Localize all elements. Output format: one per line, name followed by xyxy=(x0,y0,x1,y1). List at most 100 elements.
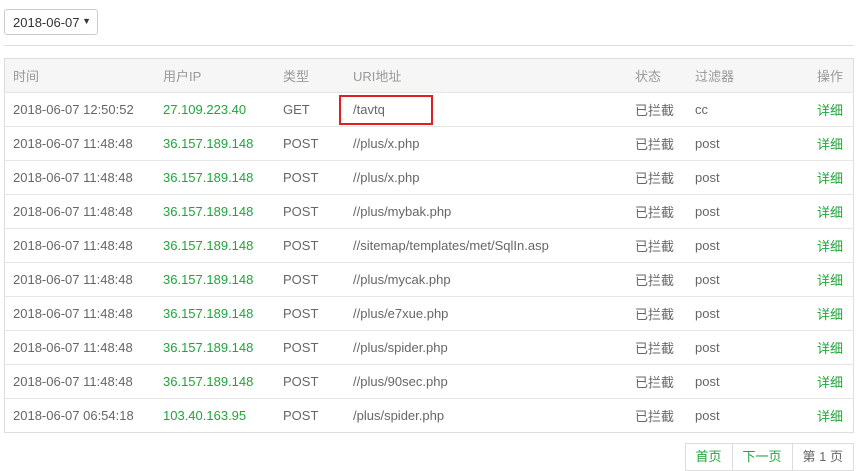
uri-text: //plus/mybak.php xyxy=(353,204,452,219)
detail-link[interactable]: 详细 xyxy=(817,307,843,322)
header-status: 状态 xyxy=(635,69,662,84)
date-select-value: 2018-06-07 xyxy=(13,14,80,30)
cell-time: 2018-06-07 11:48:48 xyxy=(13,340,133,355)
cell-time: 2018-06-07 11:48:48 xyxy=(13,136,133,151)
cell-status: 已拦截 xyxy=(635,375,675,390)
cell-ip: 36.157.189.148 xyxy=(163,340,254,355)
uri-text: /tavtq xyxy=(353,101,385,117)
cell-ip: 27.109.223.40 xyxy=(163,102,247,117)
header-type: 类型 xyxy=(283,69,310,84)
log-table: 时间 用户IP 类型 URI地址 状态 过滤器 操作 2018-06-07 12… xyxy=(4,58,854,433)
cell-status: 已拦截 xyxy=(635,137,675,152)
cell-status: 已拦截 xyxy=(635,307,675,322)
divider xyxy=(4,45,854,46)
cell-time: 2018-06-07 11:48:48 xyxy=(13,204,133,219)
cell-action: 详细 xyxy=(805,161,854,195)
detail-link[interactable]: 详细 xyxy=(817,137,843,152)
cell-status: 已拦截 xyxy=(635,205,675,220)
cell-filter: post xyxy=(695,136,720,151)
cell-type: POST xyxy=(283,408,319,423)
cell-uri: //plus/x.php xyxy=(353,161,635,195)
header-time: 时间 xyxy=(13,69,40,84)
table-header-row: 时间 用户IP 类型 URI地址 状态 过滤器 操作 xyxy=(4,58,854,93)
cell-uri: /plus/spider.php xyxy=(353,399,635,433)
chevron-down-icon: ▼ xyxy=(82,16,91,26)
cell-uri: //plus/mycak.php xyxy=(353,263,635,297)
uri-text: //plus/90sec.php xyxy=(353,374,448,389)
uri-text: //sitemap/templates/met/SqlIn.asp xyxy=(353,238,549,253)
cell-action: 详细 xyxy=(805,195,854,229)
date-select[interactable]: 2018-06-07 ▼ xyxy=(4,9,98,35)
detail-link[interactable]: 详细 xyxy=(817,273,843,288)
cell-action: 详细 xyxy=(805,93,854,127)
cell-ip: 36.157.189.148 xyxy=(163,374,254,389)
cell-filter: cc xyxy=(695,102,708,117)
uri-text: /plus/spider.php xyxy=(353,408,445,423)
cell-uri: //plus/spider.php xyxy=(353,331,635,365)
cell-filter: post xyxy=(695,374,720,389)
detail-link[interactable]: 详细 xyxy=(817,205,843,220)
cell-ip: 36.157.189.148 xyxy=(163,238,254,253)
table-row: 2018-06-07 11:48:48 36.157.189.148 POST //p… xyxy=(4,262,854,297)
uri-text: //plus/x.php xyxy=(353,136,420,151)
cell-type: POST xyxy=(283,136,319,151)
cell-ip: 36.157.189.148 xyxy=(163,306,254,321)
cell-filter: post xyxy=(695,306,720,321)
cell-type: POST xyxy=(283,272,319,287)
cell-time: 2018-06-07 11:48:48 xyxy=(13,272,133,287)
cell-time: 2018-06-07 11:48:48 xyxy=(13,374,133,389)
table-row: 2018-06-07 11:48:48 36.157.189.148 POST //p… xyxy=(4,364,854,399)
cell-ip: 103.40.163.95 xyxy=(163,408,247,423)
cell-uri: //plus/mybak.php xyxy=(353,195,635,229)
detail-link[interactable]: 详细 xyxy=(817,409,843,424)
table-row: 2018-06-07 06:54:18 103.40.163.95 POST/plu… xyxy=(4,398,854,433)
cell-action: 详细 xyxy=(805,331,854,365)
cell-uri: //plus/x.php xyxy=(353,127,635,161)
table-row: 2018-06-07 11:48:48 36.157.189.148 POST //p… xyxy=(4,296,854,331)
cell-time: 2018-06-07 11:48:48 xyxy=(13,306,133,321)
cell-filter: post xyxy=(695,272,720,287)
cell-uri: //sitemap/templates/met/SqlIn.asp xyxy=(353,229,635,263)
cell-type: POST xyxy=(283,170,319,185)
header-filter: 过滤器 xyxy=(695,69,735,84)
header-ip: 用户IP xyxy=(163,69,202,84)
table-row: 2018-06-07 11:48:48 36.157.189.148 POST //s… xyxy=(4,228,854,263)
table-row: 2018-06-07 11:48:48 36.157.189.148 POST //p… xyxy=(4,330,854,365)
header-uri: URI地址 xyxy=(353,69,402,84)
cell-status: 已拦截 xyxy=(635,239,675,254)
cell-status: 已拦截 xyxy=(635,103,675,118)
detail-link[interactable]: 详细 xyxy=(817,171,843,186)
cell-time: 2018-06-07 11:48:48 xyxy=(13,170,133,185)
cell-action: 详细 xyxy=(805,229,854,263)
cell-status: 已拦截 xyxy=(635,171,675,186)
cell-action: 详细 xyxy=(805,365,854,399)
cell-type: POST xyxy=(283,340,319,355)
uri-highlight-box: /tavtq xyxy=(339,94,433,125)
pagination: 首页 下一页 第 1 页 xyxy=(684,443,854,471)
cell-time: 2018-06-07 06:54:18 xyxy=(13,408,134,423)
first-page-link[interactable]: 首页 xyxy=(686,444,732,470)
next-page-link[interactable]: 下一页 xyxy=(731,444,792,470)
cell-ip: 36.157.189.148 xyxy=(163,170,254,185)
uri-text: //plus/spider.php xyxy=(353,340,448,355)
uri-text: //plus/mycak.php xyxy=(353,272,451,287)
cell-uri: //plus/e7xue.php xyxy=(353,297,635,331)
cell-action: 详细 xyxy=(805,127,854,161)
table-row: 2018-06-07 11:48:48 36.157.189.148 POST //p… xyxy=(4,160,854,195)
cell-filter: post xyxy=(695,340,720,355)
detail-link[interactable]: 详细 xyxy=(817,375,843,390)
cell-time: 2018-06-07 12:50:52 xyxy=(13,102,134,117)
table-row: 2018-06-07 11:48:48 36.157.189.148 POST //p… xyxy=(4,194,854,229)
cell-uri: //plus/90sec.php xyxy=(353,365,635,399)
detail-link[interactable]: 详细 xyxy=(817,239,843,254)
cell-ip: 36.157.189.148 xyxy=(163,204,254,219)
uri-text: //plus/e7xue.php xyxy=(353,306,449,321)
detail-link[interactable]: 详细 xyxy=(817,341,843,356)
cell-filter: post xyxy=(695,238,720,253)
cell-action: 详细 xyxy=(805,263,854,297)
current-page: 第 1 页 xyxy=(791,444,853,470)
cell-time: 2018-06-07 11:48:48 xyxy=(13,238,133,253)
table-row: 2018-06-07 12:50:52 27.109.223.40 GET/tavt… xyxy=(4,92,854,127)
cell-filter: post xyxy=(695,204,720,219)
detail-link[interactable]: 详细 xyxy=(817,103,843,118)
